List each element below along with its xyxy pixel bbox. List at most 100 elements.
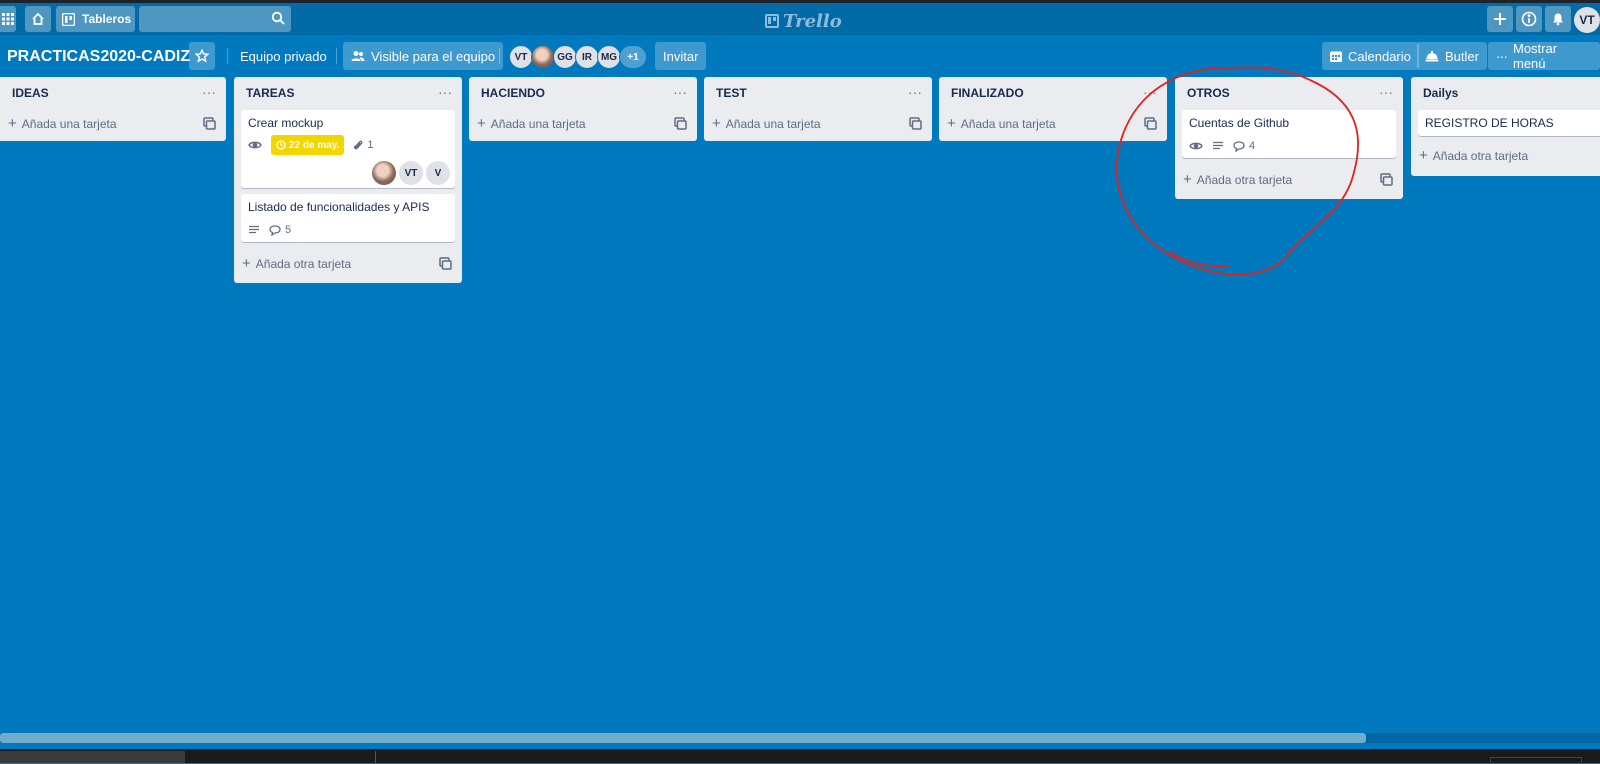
add-card-label: Añada una tarjeta bbox=[21, 117, 117, 131]
watching-eye-icon bbox=[248, 141, 262, 149]
red-circle-annotation bbox=[1115, 66, 1359, 276]
card-badges: 22 de may. 1 bbox=[248, 135, 374, 155]
user-avatar[interactable]: VT bbox=[1574, 7, 1600, 33]
taskbar-item[interactable] bbox=[0, 751, 185, 763]
card-title: Listado de funcionalidades y APIS bbox=[248, 200, 430, 214]
list-menu-icon[interactable]: ··· bbox=[200, 83, 218, 101]
add-card-label: Añada otra tarjeta bbox=[1432, 149, 1529, 163]
plus-icon: + bbox=[947, 115, 956, 132]
boards-icon bbox=[62, 12, 75, 26]
card-template-icon[interactable] bbox=[203, 117, 216, 130]
list-menu-icon[interactable]: ··· bbox=[906, 83, 924, 101]
butler-button[interactable]: Butler bbox=[1417, 42, 1487, 70]
add-card-label: Añada otra tarjeta bbox=[255, 257, 352, 271]
add-card-label: Añada una tarjeta bbox=[960, 117, 1056, 131]
plus-icon: + bbox=[1419, 147, 1428, 164]
list-title[interactable]: FINALIZADO bbox=[951, 86, 1024, 100]
due-date-badge[interactable]: 22 de may. bbox=[271, 135, 345, 155]
app-header: Tableros Trello VT bbox=[0, 3, 1600, 35]
trello-logo[interactable]: Trello bbox=[765, 10, 842, 32]
team-button[interactable]: Equipo privado bbox=[232, 42, 335, 70]
member-avatar[interactable]: VT bbox=[509, 45, 533, 69]
info-icon bbox=[1521, 11, 1537, 27]
description-icon bbox=[249, 225, 259, 234]
visibility-label: Visible para el equipo bbox=[371, 48, 496, 64]
boards-label: Tableros bbox=[82, 12, 132, 26]
card-template-icon[interactable] bbox=[1380, 173, 1393, 186]
list-tareas: TAREAS ··· Crear mockup 22 de may. 1 VT … bbox=[234, 77, 462, 283]
board-title[interactable]: PRACTICAS2020-CADIZ bbox=[7, 45, 190, 69]
more-members-badge[interactable]: +1 bbox=[619, 45, 647, 69]
show-menu-button[interactable]: ··· Mostrar menú bbox=[1488, 41, 1600, 71]
card-badges: 5 bbox=[248, 224, 291, 236]
card-crear-mockup[interactable]: Crear mockup 22 de may. 1 VT V bbox=[241, 110, 455, 188]
calendar-icon bbox=[1330, 51, 1342, 62]
show-menu-label: Mostrar menú bbox=[1513, 41, 1558, 71]
list-title[interactable]: TAREAS bbox=[246, 86, 294, 100]
add-card-button[interactable]: + Añada otra tarjeta bbox=[1419, 145, 1592, 167]
plus-icon: + bbox=[8, 115, 17, 132]
list-haciendo: HACIENDO ··· + Añada una tarjeta bbox=[469, 77, 697, 141]
trello-logo-icon bbox=[765, 14, 779, 28]
card-member-avatar[interactable]: VT bbox=[399, 161, 423, 185]
search-field[interactable] bbox=[139, 6, 291, 32]
info-button[interactable] bbox=[1516, 6, 1542, 32]
ellipsis-icon: ··· bbox=[1496, 48, 1508, 64]
list-title[interactable]: TEST bbox=[716, 86, 747, 100]
comments-count: 5 bbox=[285, 224, 292, 236]
card-member-avatar-photo[interactable] bbox=[372, 161, 396, 185]
invite-button[interactable]: Invitar bbox=[655, 42, 707, 70]
add-card-button[interactable]: + Añada una tarjeta bbox=[8, 113, 218, 135]
boards-button[interactable]: Tableros bbox=[56, 6, 135, 32]
list-ideas: IDEAS ··· + Añada una tarjeta bbox=[0, 77, 226, 141]
plus-icon: + bbox=[477, 115, 486, 132]
home-button[interactable] bbox=[25, 6, 51, 32]
taskbar-divider bbox=[375, 751, 376, 763]
apps-grid-button[interactable] bbox=[0, 6, 16, 32]
list-title[interactable]: IDEAS bbox=[12, 86, 49, 100]
card-template-icon[interactable] bbox=[674, 117, 687, 130]
star-board-button[interactable] bbox=[189, 42, 215, 70]
invite-label: Invitar bbox=[663, 48, 699, 64]
create-button[interactable] bbox=[1487, 6, 1513, 32]
member-avatar-photo[interactable] bbox=[531, 45, 555, 69]
add-card-button[interactable]: + Añada otra tarjeta bbox=[242, 253, 454, 275]
member-avatar[interactable]: IR bbox=[575, 45, 599, 69]
search-input[interactable] bbox=[145, 9, 264, 29]
card-title: Crear mockup bbox=[248, 116, 324, 130]
card-listado-funcionalidades[interactable]: Listado de funcionalidades y APIS 5 bbox=[241, 194, 455, 242]
add-card-label: Añada una tarjeta bbox=[490, 117, 586, 131]
header-divider bbox=[227, 48, 228, 64]
comment-icon bbox=[269, 224, 281, 236]
card-member-avatar[interactable]: V bbox=[426, 161, 450, 185]
horizontal-scrollbar-thumb[interactable] bbox=[0, 733, 1366, 743]
notifications-button[interactable] bbox=[1545, 6, 1571, 32]
card-template-icon[interactable] bbox=[909, 117, 922, 130]
plus-icon: + bbox=[712, 115, 721, 132]
search-icon bbox=[271, 11, 285, 25]
butler-bell-icon bbox=[1425, 51, 1439, 62]
star-icon bbox=[195, 49, 209, 63]
member-avatar[interactable]: GG bbox=[553, 45, 577, 69]
header-divider bbox=[499, 48, 500, 64]
team-label: Equipo privado bbox=[240, 48, 327, 64]
member-avatar[interactable]: MG bbox=[597, 45, 621, 69]
list-test: TEST ··· + Añada una tarjeta bbox=[704, 77, 932, 141]
add-card-label: Añada una tarjeta bbox=[725, 117, 821, 131]
card-registro-horas[interactable]: REGISTRO DE HORAS bbox=[1418, 110, 1600, 136]
home-icon bbox=[32, 12, 44, 25]
clock-icon bbox=[276, 140, 286, 150]
list-title[interactable]: Dailys bbox=[1423, 86, 1458, 100]
list-title[interactable]: HACIENDO bbox=[481, 86, 545, 100]
visibility-button[interactable]: Visible para el equipo bbox=[343, 42, 504, 70]
trello-logo-text: Trello bbox=[783, 10, 842, 32]
card-template-icon[interactable] bbox=[439, 257, 452, 270]
header-divider bbox=[336, 48, 337, 64]
list-menu-icon[interactable]: ··· bbox=[671, 83, 689, 101]
list-menu-icon[interactable]: ··· bbox=[436, 83, 454, 101]
add-card-button[interactable]: + Añada una tarjeta bbox=[712, 113, 924, 135]
attachment-badge: 1 bbox=[353, 139, 374, 151]
add-card-button[interactable]: + Añada una tarjeta bbox=[477, 113, 689, 135]
taskbar bbox=[0, 749, 1600, 764]
attachment-count: 1 bbox=[367, 139, 374, 151]
